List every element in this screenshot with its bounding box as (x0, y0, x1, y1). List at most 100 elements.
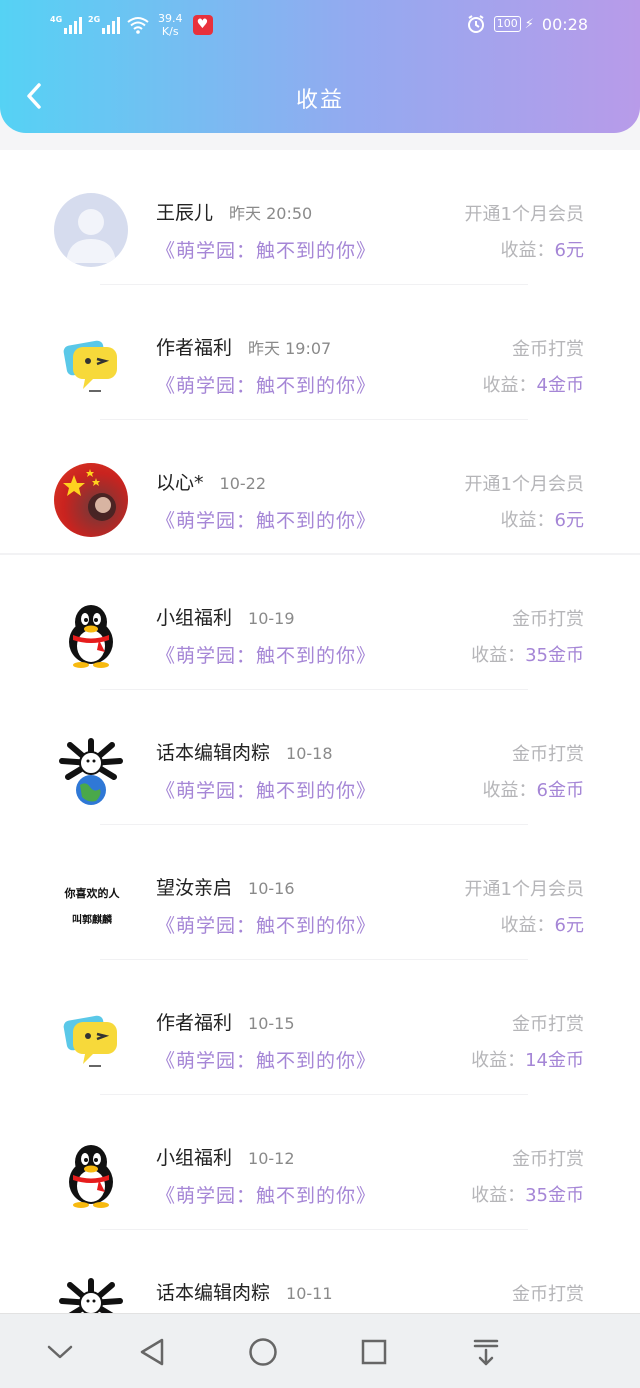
book-title[interactable]: 《萌学园：触不到的你》 (156, 911, 376, 938)
user-name[interactable]: 作者福利 (156, 333, 232, 360)
user-name[interactable]: 以心* (156, 468, 204, 495)
circle-home-icon (249, 1338, 277, 1366)
earning-amount: 收益：6元 (501, 506, 584, 532)
earning-type: 金币打赏 (512, 1284, 584, 1305)
name-line: 望汝亲启 10-16 (156, 873, 295, 900)
chat-bubble-icon (63, 340, 117, 392)
network-type-2: 2G (88, 15, 101, 24)
earning-item[interactable]: 小组福利 10-19 《萌学园：触不到的你》 金币打赏 收益：35金币 (0, 555, 640, 690)
book-title[interactable]: 《萌学园：触不到的你》 (156, 506, 376, 533)
earning-type: 开通1个月会员 (464, 204, 584, 225)
collapse-button[interactable] (40, 1332, 80, 1372)
app-notification-icon: ♥ (192, 15, 213, 35)
name-line: 小组福利 10-12 (156, 1143, 295, 1170)
book-title[interactable]: 《萌学园：触不到的你》 (156, 776, 376, 803)
status-right: 100 ⚡ 00:28 (466, 12, 588, 36)
qq-penguin-icon (69, 1145, 113, 1208)
earning-value: 6元 (554, 510, 584, 531)
earning-label: 收益： (471, 1050, 526, 1071)
charging-icon: ⚡ (524, 16, 534, 32)
avatar-earth[interactable] (54, 733, 128, 807)
earning-item[interactable]: 作者福利 10-15 《萌学园：触不到的你》 金币打赏 收益：14金币 (0, 960, 640, 1095)
system-nav-bar (0, 1313, 640, 1388)
earning-item[interactable]: 王辰儿 昨天 20:50 《萌学园：触不到的你》 开通1个月会员 收益：6元 (0, 150, 640, 285)
earning-value: 14金币 (525, 1050, 584, 1071)
earning-item[interactable]: 话本编辑肉粽 10-18 《萌学园：触不到的你》 金币打赏 收益：6金币 (0, 690, 640, 825)
name-line: 以心* 10-22 (156, 468, 266, 495)
avatar-penguin[interactable] (54, 598, 128, 672)
earning-item[interactable]: 小组福利 10-12 《萌学园：触不到的你》 金币打赏 收益：35金币 (0, 1095, 640, 1230)
avatar-chat-bubble[interactable] (54, 328, 128, 402)
earning-item[interactable]: 以心* 10-22 《萌学园：触不到的你》 开通1个月会员 收益：6元 (0, 420, 640, 555)
name-line: 话本编辑肉粽 10-18 (156, 738, 333, 765)
avatar-default[interactable] (54, 193, 128, 267)
signal-1-icon: 4G (50, 15, 82, 34)
earnings-list: 王辰儿 昨天 20:50 《萌学园：触不到的你》 开通1个月会员 收益：6元 作… (0, 150, 640, 1350)
name-line: 小组福利 10-19 (156, 603, 295, 630)
user-name[interactable]: 话本编辑肉粽 (156, 1278, 270, 1305)
earning-type: 金币打赏 (512, 1149, 584, 1170)
earning-value: 4金币 (536, 375, 584, 396)
network-speed: 39.4 K/s (158, 12, 183, 38)
nav-home-button[interactable] (243, 1332, 283, 1372)
book-title[interactable]: 《萌学园：触不到的你》 (156, 1181, 376, 1208)
triangle-back-icon (140, 1338, 164, 1366)
nav-back-button[interactable] (132, 1332, 172, 1372)
page-title: 收益 (295, 88, 344, 113)
speed-value: 39.4 (158, 12, 183, 25)
avatar-chat-bubble[interactable] (54, 1003, 128, 1077)
earning-type: 金币打赏 (512, 339, 584, 360)
user-name[interactable]: 小组福利 (156, 1143, 232, 1170)
earning-label: 收益： (500, 240, 555, 261)
date: 昨天 20:50 (229, 204, 313, 223)
square-recents-icon (361, 1339, 387, 1365)
earning-type: 金币打赏 (512, 1014, 584, 1035)
book-title[interactable]: 《萌学园：触不到的你》 (156, 1046, 376, 1073)
chat-bubble-icon (63, 1015, 117, 1067)
name-line: 作者福利 10-15 (156, 1008, 295, 1035)
earning-amount: 收益：6元 (501, 236, 584, 262)
user-name[interactable]: 作者福利 (156, 1008, 232, 1035)
earning-label: 收益： (500, 915, 555, 936)
signal-2-icon: 2G (88, 15, 120, 34)
date: 10-15 (248, 1014, 295, 1033)
earning-value: 6金币 (536, 780, 584, 801)
earning-amount: 收益：14金币 (471, 1046, 584, 1072)
date: 10-19 (248, 609, 295, 628)
book-title[interactable]: 《萌学园：触不到的你》 (156, 371, 376, 398)
book-title[interactable]: 《萌学园：触不到的你》 (156, 641, 376, 668)
earning-item[interactable]: 作者福利 昨天 19:07 《萌学园：触不到的你》 金币打赏 收益：4金币 (0, 285, 640, 420)
notification-pulldown-button[interactable] (466, 1332, 506, 1372)
book-title[interactable]: 《萌学园：触不到的你》 (156, 236, 376, 263)
date: 10-12 (248, 1149, 295, 1168)
user-name[interactable]: 望汝亲启 (156, 873, 232, 900)
earning-type: 开通1个月会员 (464, 879, 584, 900)
earning-amount: 收益：6元 (501, 911, 584, 937)
earning-value: 35金币 (525, 1185, 584, 1206)
earning-amount: 收益：6金币 (483, 776, 584, 802)
nav-recents-button[interactable] (354, 1332, 394, 1372)
name-line: 王辰儿 昨天 20:50 (156, 198, 312, 225)
avatar-penguin[interactable] (54, 1138, 128, 1212)
user-name[interactable]: 王辰儿 (156, 198, 213, 225)
user-name[interactable]: 小组福利 (156, 603, 232, 630)
user-name[interactable]: 话本编辑肉粽 (156, 738, 270, 765)
earning-item[interactable]: 你喜欢的人 叫郭麒麟 望汝亲启 10-16 《萌学园：触不到的你》 开通1个月会… (0, 825, 640, 960)
chevron-down-icon (47, 1345, 73, 1359)
flag-photo-icon (63, 469, 116, 521)
earning-amount: 收益：35金币 (471, 1181, 584, 1207)
earning-label: 收益： (500, 510, 555, 531)
date: 10-11 (286, 1284, 333, 1303)
name-line: 作者福利 昨天 19:07 (156, 333, 331, 360)
avatar-text-line-2: 叫郭麒麟 (72, 914, 112, 926)
avatar-text-line-1: 你喜欢的人 (64, 886, 120, 900)
avatar-photo[interactable] (54, 463, 128, 537)
earning-label: 收益： (482, 780, 537, 801)
date: 10-16 (248, 879, 295, 898)
avatar-text[interactable]: 你喜欢的人 叫郭麒麟 (52, 868, 132, 942)
title-bar: 收益 (0, 60, 640, 132)
earning-value: 6元 (554, 240, 584, 261)
name-line: 话本编辑肉粽 10-11 (156, 1278, 333, 1305)
network-type-1: 4G (50, 15, 63, 24)
default-user-icon (66, 209, 116, 263)
